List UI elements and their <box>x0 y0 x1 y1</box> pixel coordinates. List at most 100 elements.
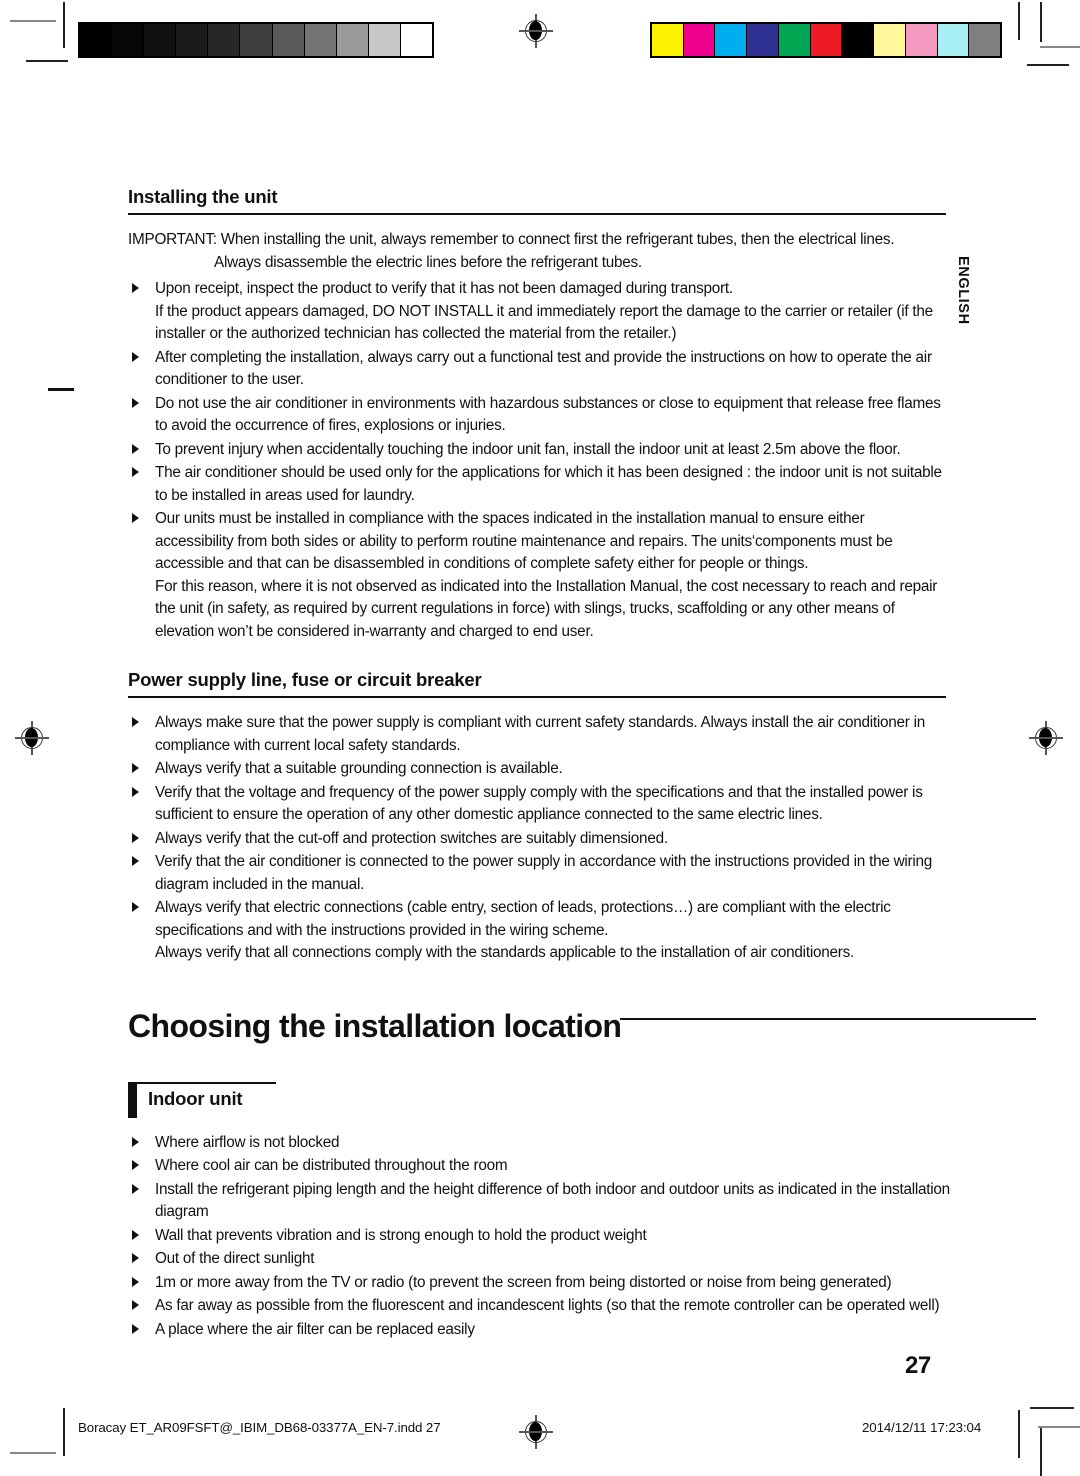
grayscale-patch <box>304 24 337 56</box>
grayscale-patch <box>368 24 401 56</box>
crop-mark <box>1030 1407 1074 1409</box>
list-item-text: Upon receipt, inspect the product to ver… <box>155 280 933 343</box>
triangle-bullet-icon <box>132 832 139 843</box>
installing-the-unit-bullet-list: Upon receipt, inspect the product to ver… <box>128 278 946 643</box>
list-item-text: Verify that the air conditioner is conne… <box>155 853 933 893</box>
color-patch <box>778 24 811 56</box>
triangle-bullet-icon <box>132 902 139 913</box>
list-item: A place where the air filter can be repl… <box>128 1319 958 1341</box>
list-item: After completing the installation, alway… <box>128 347 946 392</box>
color-patch <box>715 24 748 56</box>
list-item: Wall that prevents vibration and is stro… <box>128 1225 958 1247</box>
crop-mark <box>1018 1410 1020 1458</box>
list-item: Always make sure that the power supply i… <box>128 712 946 757</box>
list-item: Do not use the air conditioner in enviro… <box>128 393 946 438</box>
list-item: Out of the direct sunlight <box>128 1248 958 1270</box>
list-item: Where airflow is not blocked <box>128 1132 958 1154</box>
grayscale-patch <box>336 24 369 56</box>
footer-timestamp: 2014/12/11 17:23:04 <box>862 1420 982 1435</box>
color-patch <box>683 24 716 56</box>
color-patch <box>842 24 875 56</box>
list-item: Where cool air can be distributed throug… <box>128 1155 958 1177</box>
triangle-bullet-icon <box>132 1229 139 1240</box>
list-item: Verify that the air conditioner is conne… <box>128 851 946 896</box>
important-note: IMPORTANT: When installing the unit, alw… <box>128 229 946 274</box>
crop-mark <box>1040 1428 1042 1476</box>
registration-target-icon <box>1029 721 1063 755</box>
list-item-text: A place where the air filter can be repl… <box>155 1320 475 1338</box>
color-patch <box>969 24 1001 56</box>
list-item-text: Our units must be installed in complianc… <box>155 510 938 640</box>
list-item-text: After completing the installation, alway… <box>155 348 932 389</box>
list-item-text: Always verify that a suitable grounding … <box>155 760 563 778</box>
color-patch <box>652 24 684 56</box>
list-item-text: Verify that the voltage and frequency of… <box>155 783 923 824</box>
list-item-text: The air conditioner should be used only … <box>155 464 942 504</box>
grayscale-patch <box>208 24 241 56</box>
triangle-bullet-icon <box>132 763 139 774</box>
list-item-text: Where cool air can be distributed throug… <box>155 1157 508 1175</box>
list-item-text: As far away as possible from the fluores… <box>155 1297 940 1315</box>
triangle-bullet-icon <box>132 717 139 728</box>
document-page: ENGLISH Installing the unit IMPORTANT: W… <box>0 0 1080 1476</box>
triangle-bullet-icon <box>132 1300 139 1311</box>
list-item: Install the refrigerant piping length an… <box>128 1179 958 1224</box>
page-number: 27 <box>905 1352 931 1379</box>
registration-target-icon <box>519 1415 553 1449</box>
crop-mark <box>1040 46 1080 48</box>
triangle-bullet-icon <box>132 513 139 524</box>
triangle-bullet-icon <box>132 1276 139 1287</box>
triangle-bullet-icon <box>132 443 139 454</box>
power-supply-bullet-list: Always make sure that the power supply i… <box>128 712 946 964</box>
triangle-bullet-icon <box>132 283 139 294</box>
color-calibration-bar <box>650 22 1002 58</box>
chapter-title: Choosing the installation location <box>128 1008 622 1044</box>
triangle-bullet-icon <box>132 351 139 362</box>
list-item: Our units must be installed in complianc… <box>128 508 946 643</box>
crop-mark <box>10 20 56 22</box>
list-item-text: Always verify that electric connections … <box>155 899 891 962</box>
color-patch <box>747 24 779 56</box>
list-item-text: Where airflow is not blocked <box>155 1134 340 1151</box>
grayscale-patch <box>144 24 177 56</box>
list-item: Always verify that a suitable grounding … <box>128 758 946 780</box>
grayscale-patch <box>112 24 145 56</box>
triangle-bullet-icon <box>132 1183 139 1194</box>
grayscale-patch <box>272 24 305 56</box>
subsection-heading: Indoor unit <box>148 1088 243 1109</box>
list-item: To prevent injury when accidentally touc… <box>128 439 946 461</box>
registration-target-icon <box>15 721 49 755</box>
list-item-text: Out of the direct sunlight <box>155 1250 315 1268</box>
list-item-text: Always make sure that the power supply i… <box>155 714 926 754</box>
list-item: As far away as possible from the fluores… <box>128 1295 958 1317</box>
grayscale-calibration-bar <box>78 22 434 58</box>
crop-mark <box>10 1452 56 1454</box>
trim-dash-mark <box>48 388 74 391</box>
triangle-bullet-icon <box>132 786 139 797</box>
triangle-bullet-icon <box>132 1137 139 1147</box>
triangle-bullet-icon <box>132 1253 139 1264</box>
footer-filename: Boracay ET_AR09FSFT@_IBIM_DB68-03377A_EN… <box>78 1420 441 1435</box>
triangle-bullet-icon <box>132 1323 139 1334</box>
indoor-unit-bullet-list: Where airflow is not blocked Where cool … <box>128 1132 958 1342</box>
crop-mark <box>1027 64 1069 66</box>
section-heading-installing-the-unit: Installing the unit <box>128 186 946 216</box>
crop-mark <box>63 2 65 48</box>
grayscale-patch <box>240 24 273 56</box>
triangle-bullet-icon <box>132 397 139 408</box>
list-item-text: Install the refrigerant piping length an… <box>155 1180 950 1221</box>
color-patch <box>874 24 906 56</box>
subsection-top-rule <box>128 1082 276 1084</box>
important-note-line-1: IMPORTANT: When installing the unit, alw… <box>128 231 895 249</box>
subsection-accent-bar <box>128 1082 137 1118</box>
crop-mark <box>1040 2 1042 42</box>
registration-target-icon <box>519 14 553 48</box>
important-note-line-2: Always disassemble the electric lines be… <box>214 253 642 271</box>
crop-mark <box>1038 1426 1080 1428</box>
chapter-title-block: Choosing the installation location <box>128 1008 1036 1060</box>
list-item: Always verify that the cut-off and prote… <box>128 828 946 850</box>
subsection-indoor-unit: Indoor unit <box>128 1082 278 1120</box>
crop-mark <box>26 60 68 62</box>
crop-mark <box>1018 2 1020 40</box>
crop-mark <box>63 1408 65 1456</box>
